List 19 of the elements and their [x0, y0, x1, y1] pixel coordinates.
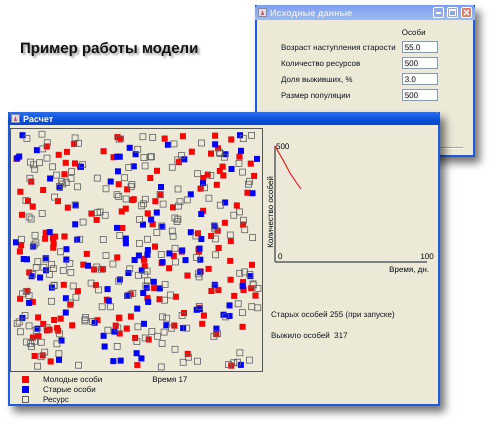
legend-label: Ресурс [43, 395, 69, 404]
time-label: Время 17 [152, 375, 188, 386]
field-label: Количество ресурсов [281, 58, 362, 68]
stat-text: Старых особей 255 (при запуске) [271, 310, 396, 319]
legend-label: Молодые особи [43, 375, 102, 384]
field-label: Возраст наступления старости [281, 42, 396, 52]
page-heading: Пример работы модели [20, 40, 198, 57]
window-title: Расчет [23, 114, 54, 124]
x-axis-label: Время, дн. [389, 265, 429, 274]
field-label: Доля выживших, % [281, 74, 354, 84]
x-start-label: 0 [278, 252, 282, 261]
stat-text: Выжило особей 317 [271, 331, 349, 340]
x-end-label: 100 [420, 252, 434, 261]
y-axis-label: Количество особей [267, 176, 275, 248]
window-title: Исходные данные [270, 8, 354, 18]
column-header: Особи [402, 28, 427, 37]
field-label: Размер популяции [281, 90, 352, 100]
y-max-label: 500 [276, 142, 290, 151]
legend-label: Старые особи [43, 385, 96, 394]
